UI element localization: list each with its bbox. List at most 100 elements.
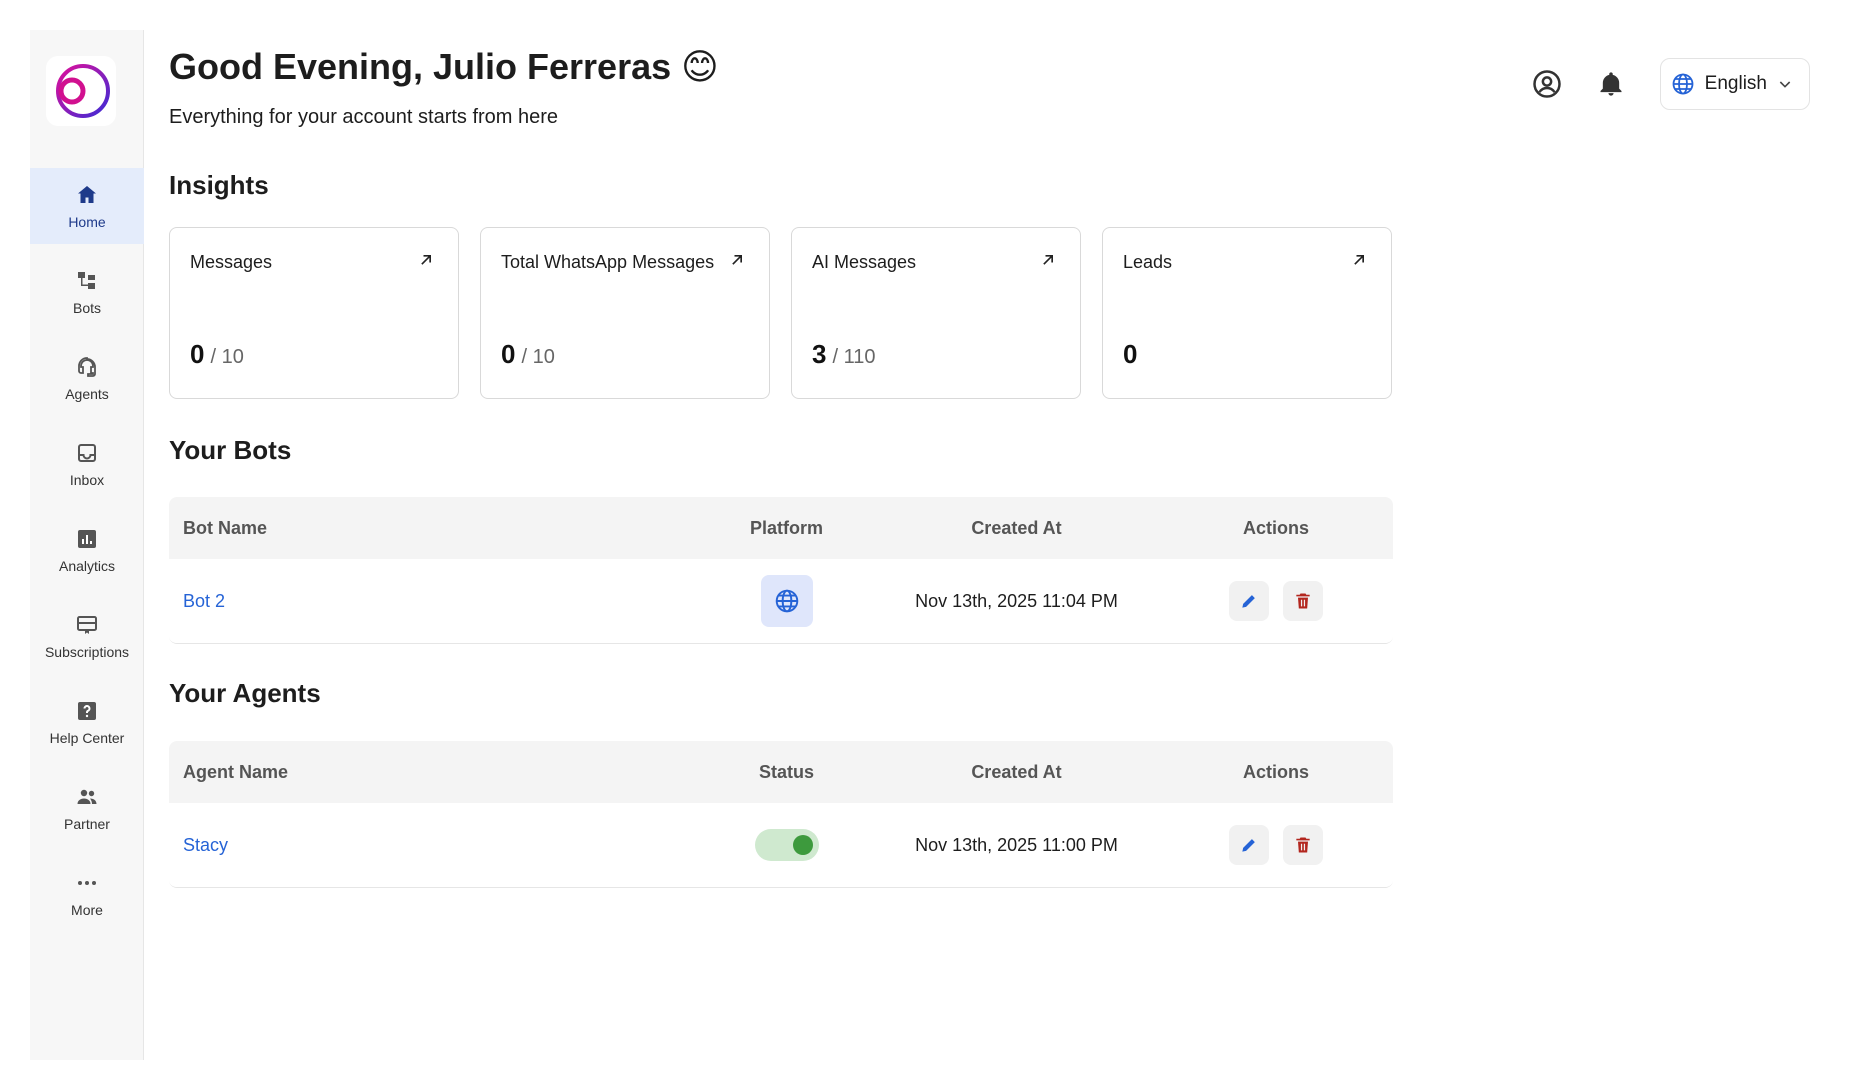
table-header: Bot Name Platform Created At Actions — [169, 497, 1393, 559]
inbox-icon — [78, 443, 96, 462]
bots-icon — [78, 271, 95, 289]
sidebar-item-label: Help Center — [49, 729, 125, 746]
app-logo[interactable] — [46, 56, 116, 126]
sidebar: Home Bots Agents Inbox Analytics Subscri… — [30, 30, 144, 1060]
sidebar-item-partner[interactable]: Partner — [30, 770, 144, 846]
pencil-icon — [1242, 839, 1255, 852]
insights-heading: Insights — [169, 170, 269, 200]
agent-name-link[interactable]: Stacy — [183, 835, 228, 855]
agents-heading: Your Agents — [169, 678, 321, 708]
arrow-up-right-icon[interactable] — [1038, 250, 1058, 270]
bots-heading: Your Bots — [169, 435, 292, 465]
card-value: 0 — [1123, 339, 1143, 370]
bell-icon — [1600, 72, 1622, 96]
card-count: 3 — [812, 339, 827, 369]
column-header: Platform — [749, 517, 823, 538]
sidebar-item-label: Home — [68, 213, 106, 230]
card-count: 0 — [1123, 339, 1138, 369]
column-header: Status — [758, 761, 814, 782]
page-title: Good Evening, Julio Ferreras 😊 — [169, 46, 719, 88]
language-selector[interactable]: English — [1659, 58, 1810, 110]
sidebar-item-inbox[interactable]: Inbox — [30, 426, 144, 502]
column-header: Agent Name — [183, 761, 289, 782]
user-circle-icon — [1532, 70, 1561, 98]
sidebar-nav: Home Bots Agents Inbox Analytics Subscri… — [30, 168, 144, 942]
subscriptions-icon — [77, 615, 97, 634]
language-label: English — [1704, 73, 1767, 94]
column-header: Actions — [1242, 761, 1309, 782]
headset-icon — [78, 356, 96, 377]
trash-icon — [1296, 837, 1310, 853]
insight-cards: Messages 0 / 10 Total WhatsApp Messages … — [169, 227, 1392, 399]
smile-emoji: 😊 — [681, 46, 719, 87]
created-at: Nov 13th, 2025 11:00 PM — [915, 834, 1118, 855]
arrow-up-right-icon[interactable] — [416, 250, 436, 270]
sidebar-item-home[interactable]: Home — [30, 168, 144, 244]
insight-card-leads[interactable]: Leads 0 — [1102, 227, 1392, 399]
platform-badge — [760, 575, 813, 627]
table-header: Agent Name Status Created At Actions — [169, 741, 1393, 803]
analytics-icon — [78, 529, 96, 548]
card-title: Leads — [1123, 252, 1173, 272]
created-at: Nov 13th, 2025 11:04 PM — [915, 590, 1118, 611]
globe-icon — [1672, 73, 1694, 95]
card-value: 3 / 110 — [812, 339, 875, 370]
page-subtitle: Everything for your account starts from … — [169, 106, 559, 128]
agent-status-toggle[interactable] — [754, 829, 819, 861]
sidebar-item-label: More — [71, 901, 103, 918]
card-limit: / 110 — [832, 346, 876, 368]
header-actions: English — [1532, 58, 1810, 110]
sidebar-item-bots[interactable]: Bots — [30, 254, 144, 330]
trash-icon — [1296, 593, 1310, 609]
delete-bot-button[interactable] — [1283, 581, 1323, 621]
more-icon — [78, 880, 96, 885]
globe-icon — [775, 589, 798, 613]
insight-card-whatsapp-messages[interactable]: Total WhatsApp Messages 0 / 10 — [480, 227, 770, 399]
edit-bot-button[interactable] — [1229, 581, 1269, 621]
sidebar-item-agents[interactable]: Agents — [30, 340, 144, 416]
table-row: Bot 2 Nov 13th, 2025 11:04 PM — [169, 559, 1393, 643]
help-icon — [78, 701, 96, 720]
chevron-down-icon — [1779, 81, 1791, 88]
pencil-icon — [1242, 595, 1255, 608]
column-header: Actions — [1242, 517, 1309, 538]
sidebar-item-subscriptions[interactable]: Subscriptions — [30, 598, 144, 674]
card-count: 0 — [501, 339, 516, 369]
card-limit: / 10 — [210, 346, 244, 368]
delete-agent-button[interactable] — [1283, 825, 1323, 865]
arrow-up-right-icon[interactable] — [727, 250, 747, 270]
home-icon — [78, 185, 96, 203]
arrow-up-right-icon[interactable] — [1349, 250, 1369, 270]
sidebar-item-label: Bots — [72, 299, 101, 316]
sidebar-item-help-center[interactable]: Help Center — [30, 684, 144, 760]
table-row: Stacy Nov 13th, 2025 11:00 PM — [169, 803, 1393, 887]
column-header: Bot Name — [183, 517, 268, 538]
bots-table: Bot Name Platform Created At Actions Bot… — [169, 497, 1393, 644]
toggle-knob — [792, 835, 813, 855]
sidebar-item-label: Subscriptions — [44, 643, 130, 660]
agents-table: Agent Name Status Created At Actions Sta… — [169, 741, 1393, 888]
insight-card-messages[interactable]: Messages 0 / 10 — [169, 227, 459, 399]
edit-agent-button[interactable] — [1229, 825, 1269, 865]
insight-card-ai-messages[interactable]: AI Messages 3 / 110 — [791, 227, 1081, 399]
card-value: 0 / 10 — [501, 339, 555, 370]
sidebar-item-label: Inbox — [69, 471, 105, 488]
notifications-button[interactable] — [1596, 69, 1626, 99]
sidebar-item-analytics[interactable]: Analytics — [30, 512, 144, 588]
greeting-text: Good Evening, Julio Ferreras — [169, 46, 672, 87]
sidebar-item-more[interactable]: More — [30, 856, 144, 932]
partner-icon — [77, 789, 97, 804]
sidebar-item-label: Agents — [65, 385, 109, 402]
column-header: Created At — [971, 761, 1062, 782]
logo-icon — [56, 64, 110, 118]
profile-button[interactable] — [1532, 69, 1562, 99]
card-title: Messages — [190, 252, 273, 272]
card-count: 0 — [190, 339, 205, 369]
sidebar-item-label: Analytics — [58, 557, 116, 574]
bot-name-link[interactable]: Bot 2 — [183, 591, 225, 611]
sidebar-item-label: Partner — [64, 815, 110, 832]
column-header: Created At — [971, 517, 1062, 538]
card-title: Total WhatsApp Messages — [501, 252, 715, 272]
card-limit: / 10 — [521, 346, 555, 368]
card-title: AI Messages — [812, 252, 917, 272]
